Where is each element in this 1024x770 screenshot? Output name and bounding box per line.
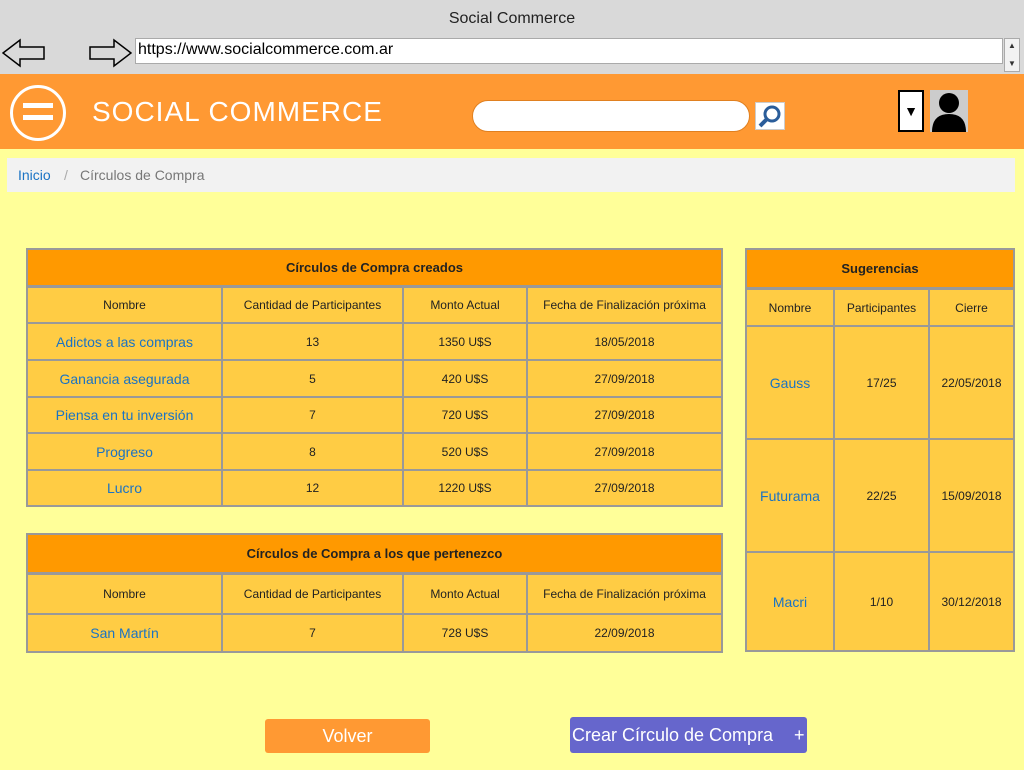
circle-name-link[interactable]: San Martín: [28, 615, 223, 651]
participants-cell: 22/25: [835, 440, 930, 553]
participants-cell: 7: [223, 398, 404, 434]
circle-name-link[interactable]: Adictos a las compras: [28, 324, 223, 361]
circle-name-link[interactable]: Ganancia asegurada: [28, 361, 223, 398]
date-cell: 27/09/2018: [594, 481, 655, 495]
window-title: Social Commerce: [448, 10, 576, 27]
circle-name-link[interactable]: Lucro: [28, 471, 223, 505]
user-icon: [932, 93, 966, 132]
create-circle-button[interactable]: Crear Círculo de Compra +: [570, 717, 807, 753]
column-header: Nombre: [747, 290, 835, 327]
amount-cell: 520 U$S: [404, 434, 528, 471]
column-header: Participantes: [835, 290, 930, 327]
date-cell: 27/09/2018: [528, 434, 721, 471]
member-circles-table: Círculos de Compra a los que pertenezco …: [26, 533, 723, 653]
column-header: Monto Actual: [404, 288, 528, 324]
forward-arrow-icon[interactable]: [88, 38, 132, 68]
amount-cell: 420 U$S: [404, 361, 528, 398]
column-header: Cantidad de Participantes: [223, 288, 404, 324]
search-icon: [758, 105, 781, 128]
search-input[interactable]: [472, 100, 750, 132]
column-header: Cierre: [930, 290, 1013, 327]
user-menu-dropdown[interactable]: ▼: [898, 90, 924, 132]
hamburger-icon: [23, 103, 53, 108]
create-circle-label: Crear Círculo de Compra: [572, 725, 774, 745]
amount-cell: 1220 U$S: [404, 471, 528, 505]
created-circles-table: Círculos de Compra creados Nombre Cantid…: [26, 248, 723, 507]
participants-cell: 12: [223, 471, 404, 505]
closing-date-cell: 30/12/2018: [941, 594, 1002, 609]
plus-icon: +: [794, 725, 805, 745]
amount-cell: 728 U$S: [404, 615, 528, 651]
table-title: Círculos de Compra creados: [28, 250, 721, 288]
amount-cell: 720 U$S: [404, 398, 528, 434]
back-arrow-icon[interactable]: [2, 38, 46, 68]
avatar[interactable]: [930, 90, 968, 132]
participants-cell: 1/10: [835, 553, 930, 650]
column-header: Nombre: [28, 288, 223, 324]
column-header: Fecha de Finalización próxima: [528, 575, 721, 615]
menu-button[interactable]: [10, 85, 66, 141]
participants-cell: 8: [223, 434, 404, 471]
suggestion-name-link[interactable]: Futurama: [747, 440, 835, 553]
back-button[interactable]: Volver: [265, 719, 430, 753]
participants-cell: 5: [223, 361, 404, 398]
circle-name-link[interactable]: Progreso: [28, 434, 223, 471]
hamburger-icon-bar: [23, 115, 53, 120]
table-title: Sugerencias: [747, 250, 1013, 290]
breadcrumb-separator: /: [64, 167, 68, 183]
suggestions-table: Sugerencias Nombre Participantes Cierre …: [745, 248, 1015, 652]
scroll-down-icon[interactable]: ▼: [1008, 59, 1016, 68]
brand-title: SOCIAL COMMERCE: [92, 96, 383, 127]
participants-cell: 17/25: [835, 327, 930, 440]
search-button[interactable]: [755, 102, 785, 130]
date-cell: 22/09/2018: [594, 626, 655, 640]
closing-date-cell: 22/05/2018: [930, 327, 1013, 440]
suggestion-name-link[interactable]: Macri: [747, 553, 835, 650]
table-title: Círculos de Compra a los que pertenezco: [28, 535, 721, 575]
date-cell: 27/09/2018: [528, 361, 721, 398]
column-header: Cantidad de Participantes: [223, 575, 404, 615]
suggestion-name-link[interactable]: Gauss: [747, 327, 835, 440]
participants-cell: 7: [223, 615, 404, 651]
url-bar[interactable]: https://www.socialcommerce.com.ar: [135, 38, 1003, 64]
amount-cell: 1350 U$S: [404, 324, 528, 361]
breadcrumb-current: Círculos de Compra: [80, 167, 205, 183]
breadcrumb: Inicio / Círculos de Compra: [7, 158, 1015, 192]
circle-name-link[interactable]: Piensa en tu inversión: [28, 398, 223, 434]
column-header: Fecha de Finalización próxima: [528, 288, 721, 324]
column-header: Monto Actual: [404, 575, 528, 615]
participants-cell: 13: [223, 324, 404, 361]
column-header: Nombre: [28, 575, 223, 615]
scroll-up-icon[interactable]: ▲: [1008, 41, 1016, 50]
breadcrumb-home-link[interactable]: Inicio: [18, 158, 51, 192]
date-cell: 27/09/2018: [528, 398, 721, 434]
url-scrollbar[interactable]: ▲ ▼: [1004, 38, 1020, 72]
closing-date-cell: 15/09/2018: [930, 440, 1013, 553]
date-cell: 18/05/2018: [528, 324, 721, 361]
